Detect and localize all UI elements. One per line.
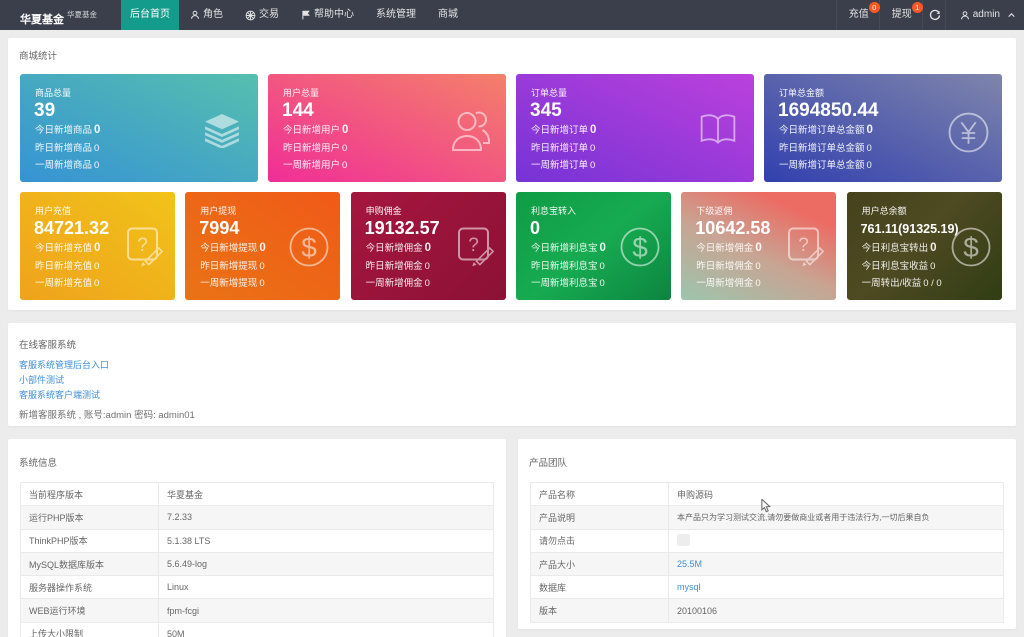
svg-text:$: $ — [302, 232, 318, 263]
svg-text:?: ? — [799, 235, 810, 256]
svg-text:$: $ — [632, 232, 648, 263]
svg-text:?: ? — [468, 235, 479, 256]
svg-text:?: ? — [137, 235, 148, 256]
svg-text:$: $ — [963, 232, 979, 263]
